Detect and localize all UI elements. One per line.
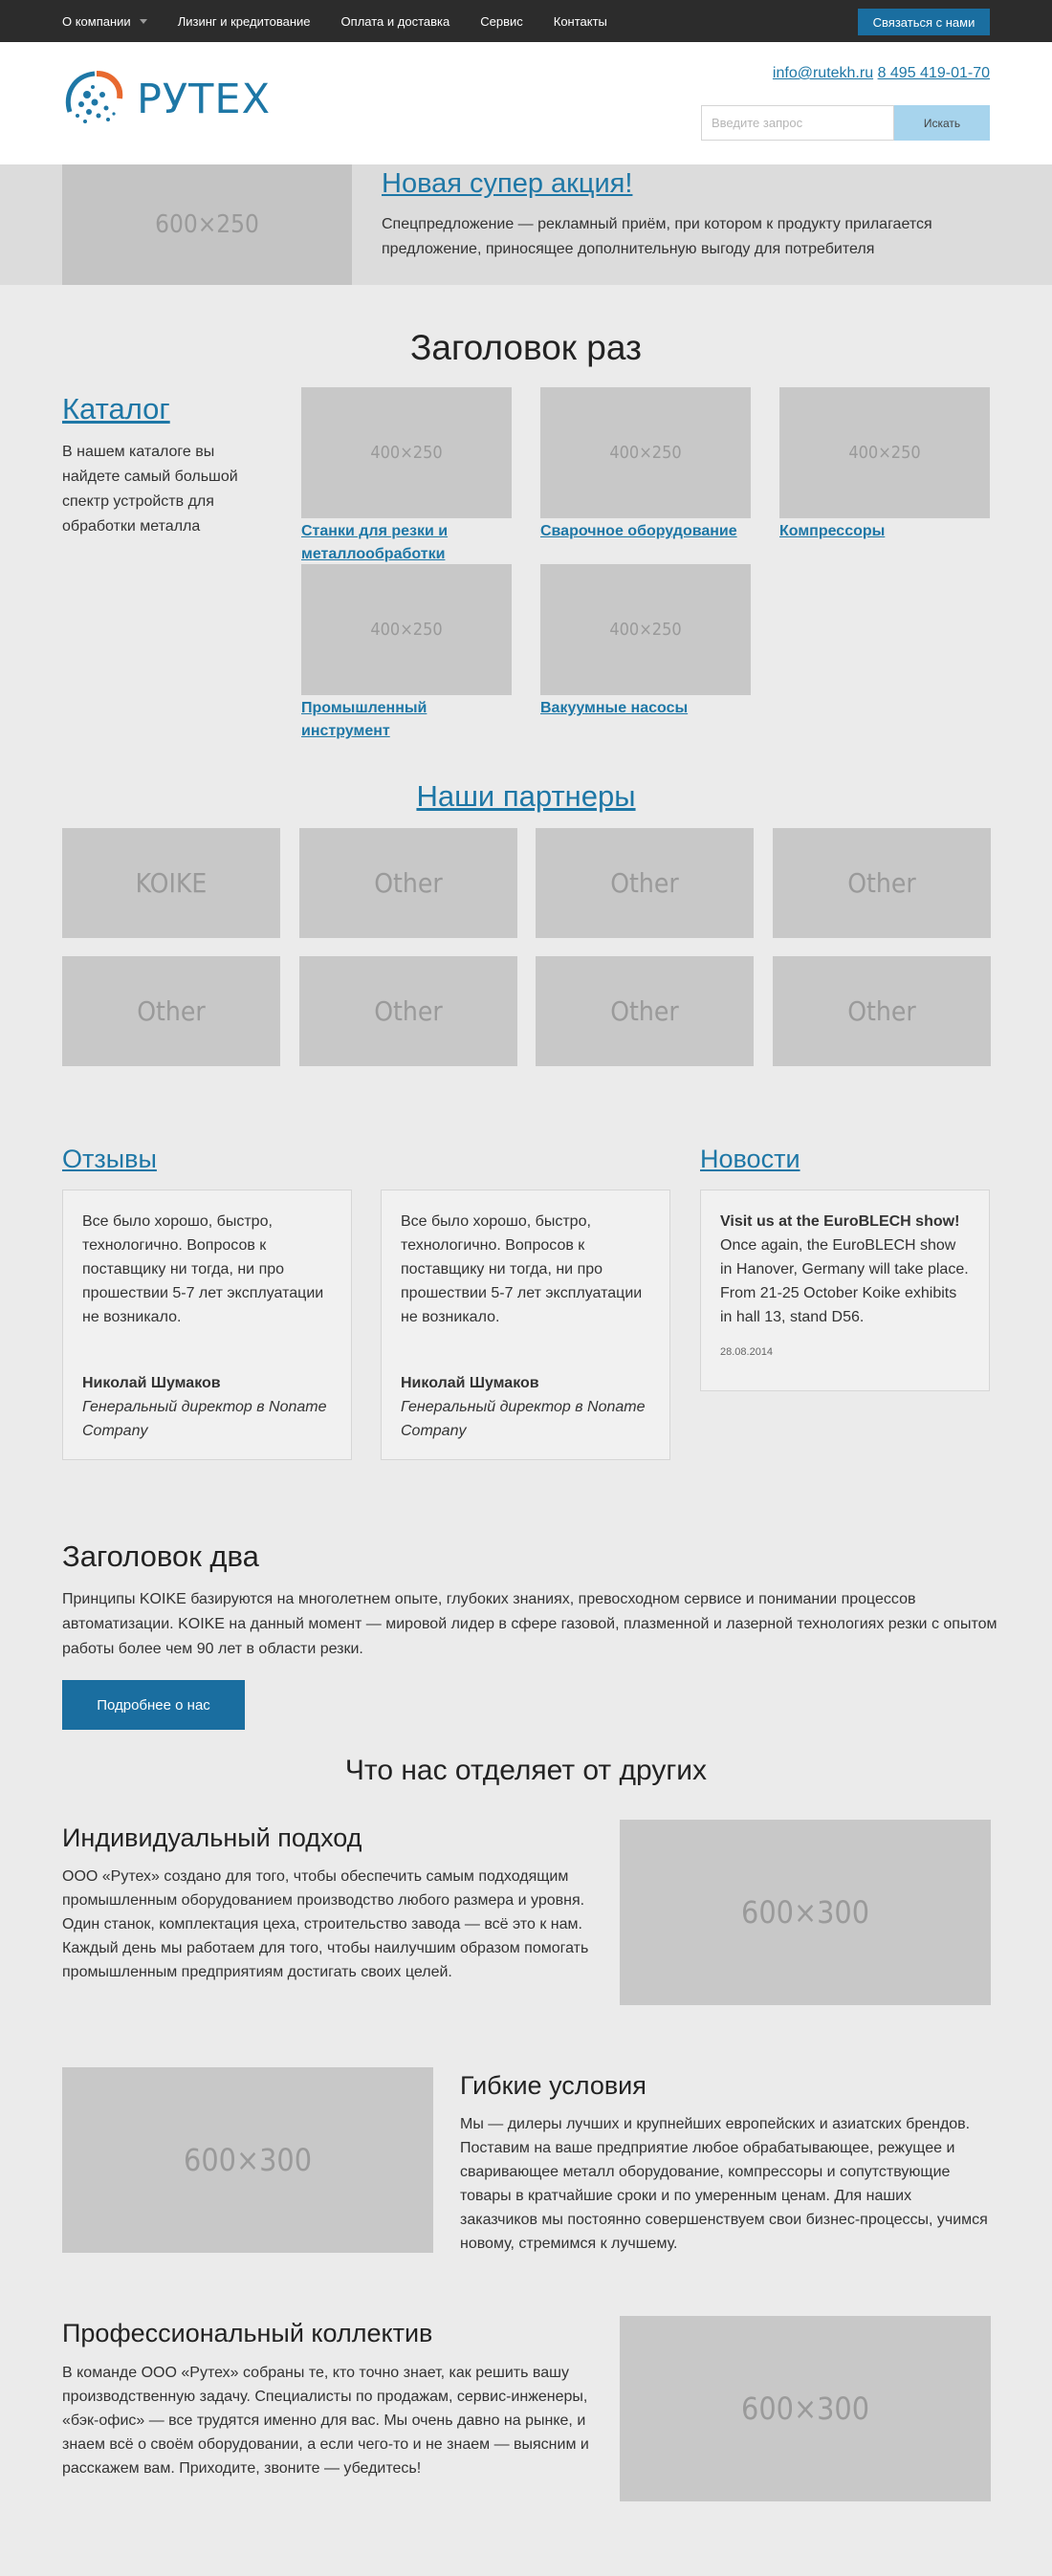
logo[interactable]: РУТЕХ (60, 61, 280, 138)
nav-item-service[interactable]: Сервис (480, 14, 523, 29)
news-date: 28.08.2014 (720, 1346, 774, 1358)
search-input[interactable] (701, 105, 894, 141)
catalog-item-label: Сварочное оборудование (540, 523, 737, 539)
catalog-item-image: 400×250 (779, 387, 990, 518)
top-navigation-bar: О компании Лизинг и кредитование Оплата … (0, 0, 1052, 42)
partners-title-link[interactable]: Наши партнеры (416, 779, 635, 813)
news-card: Visit us at the EuroBLECH show! Once aga… (700, 1190, 990, 1391)
contact-us-button[interactable]: Связаться с нами (858, 9, 990, 35)
review-role: Генеральный директор в Noname Company (82, 1399, 327, 1439)
site-header: РУТЕХ info@rutekh.ru 8 495 419-01-70 Иск… (0, 42, 1052, 164)
partner-logo[interactable]: Other (299, 956, 517, 1066)
heading-two-text: Принципы KOIKE базируются на многолетнем… (62, 1591, 997, 1657)
partner-logo[interactable]: KOIKE (62, 828, 280, 938)
review-text: Все было хорошо, быстро, технологично. В… (401, 1213, 643, 1325)
feature-text: В команде ООО «Рутех» собраны те, кто то… (62, 2365, 589, 2477)
partner-logo[interactable]: Other (773, 828, 991, 938)
feature-image: 600×300 (62, 2067, 433, 2253)
review-role: Генеральный директор в Noname Company (401, 1399, 646, 1439)
nav-item-leasing[interactable]: Лизинг и кредитование (178, 14, 311, 29)
promo-text: Спецпредложение — рекламный приём, при к… (382, 216, 932, 257)
catalog-item-label: Станки для резки и металлообработки (301, 523, 449, 562)
catalog-item-label: Компрессоры (779, 523, 886, 539)
partners-title: Наши партнеры (0, 779, 1052, 814)
reviews-title-link[interactable]: Отзывы (62, 1145, 157, 1174)
promo-title-link[interactable]: Новая супер акция! (382, 168, 632, 200)
phone-link[interactable]: 8 495 419-01-70 (878, 65, 990, 81)
feature-title: Гибкие условия (460, 2071, 647, 2100)
logo-icon (65, 71, 123, 123)
search-button[interactable]: Искать (894, 105, 990, 141)
catalog-item-image: 400×250 (301, 387, 512, 518)
catalog-item-label: Вакуумные насосы (540, 700, 689, 716)
nav-item-contacts[interactable]: Контакты (554, 14, 607, 29)
feature-image: 600×300 (620, 1820, 991, 2005)
email-link[interactable]: info@rutekh.ru (773, 65, 873, 81)
catalog-item-image: 400×250 (540, 564, 751, 695)
catalog-item[interactable]: 400×250 Промышленный инструмент (301, 564, 512, 743)
nav-item-about-label: О компании (62, 13, 131, 29)
catalog-item-image: 400×250 (301, 564, 512, 695)
review-author: Николай Шумаков (401, 1375, 539, 1391)
feature-text: Мы — дилеры лучших и крупнейших европейс… (460, 2116, 988, 2252)
header-contacts: info@rutekh.ru 8 495 419-01-70 (773, 65, 990, 82)
catalog-item[interactable]: 400×250 Сварочное оборудование (540, 387, 751, 543)
differences-title: Что нас отделяет от других (344, 1755, 708, 1786)
review-card: Все было хорошо, быстро, технологично. В… (62, 1190, 352, 1460)
chevron-down-icon[interactable] (139, 18, 147, 24)
logo-text: РУТЕХ (137, 76, 272, 123)
heading-one: Заголовок раз (410, 328, 642, 367)
promo-image: 600×250 (62, 164, 352, 285)
promo-banner: 600×250 Новая супер акция! Спецпредложен… (0, 164, 1052, 285)
catalog-item-image: 400×250 (540, 387, 751, 518)
partner-logo[interactable]: Other (536, 956, 754, 1066)
nav-item-payment[interactable]: Оплата и доставка (341, 14, 450, 29)
catalog-title-link[interactable]: Каталог (62, 392, 170, 426)
catalog-item-label: Промышленный инструмент (301, 700, 427, 739)
heading-two: Заголовок два (62, 1539, 259, 1573)
feature-title: Профессиональный коллектив (62, 2319, 433, 2347)
feature-image: 600×300 (620, 2316, 991, 2501)
review-author: Николай Шумаков (82, 1375, 221, 1391)
partner-logo[interactable]: Other (773, 956, 991, 1066)
search-form: Искать (701, 105, 990, 141)
top-menu: О компании Лизинг и кредитование Оплата … (62, 0, 638, 42)
feature-title: Индивидуальный подход (62, 1823, 362, 1852)
partner-logo[interactable]: Other (536, 828, 754, 938)
news-headline-link[interactable]: Visit us at the EuroBLECH show! (720, 1213, 959, 1230)
news-text: Once again, the EuroBLECH show in Hanove… (720, 1237, 969, 1325)
news-title-link[interactable]: Новости (700, 1145, 800, 1174)
more-about-us-button[interactable]: Подробнее о нас (62, 1680, 245, 1730)
review-card: Все было хорошо, быстро, технологично. В… (381, 1190, 670, 1460)
partner-logo[interactable]: Other (299, 828, 517, 938)
catalog-item[interactable]: 400×250 Вакуумные насосы (540, 564, 751, 720)
partner-logo[interactable]: Other (62, 956, 280, 1066)
catalog-item[interactable]: 400×250 Компрессоры (779, 387, 990, 543)
feature-text: ООО «Рутех» создано для того, чтобы обес… (62, 1868, 589, 1980)
review-text: Все было хорошо, быстро, технологично. В… (82, 1213, 324, 1325)
catalog-description: В нашем каталоге вы найдете самый большо… (62, 444, 238, 535)
nav-item-about[interactable]: О компании (62, 14, 147, 29)
catalog-item[interactable]: 400×250 Станки для резки и металлообрабо… (301, 387, 512, 566)
